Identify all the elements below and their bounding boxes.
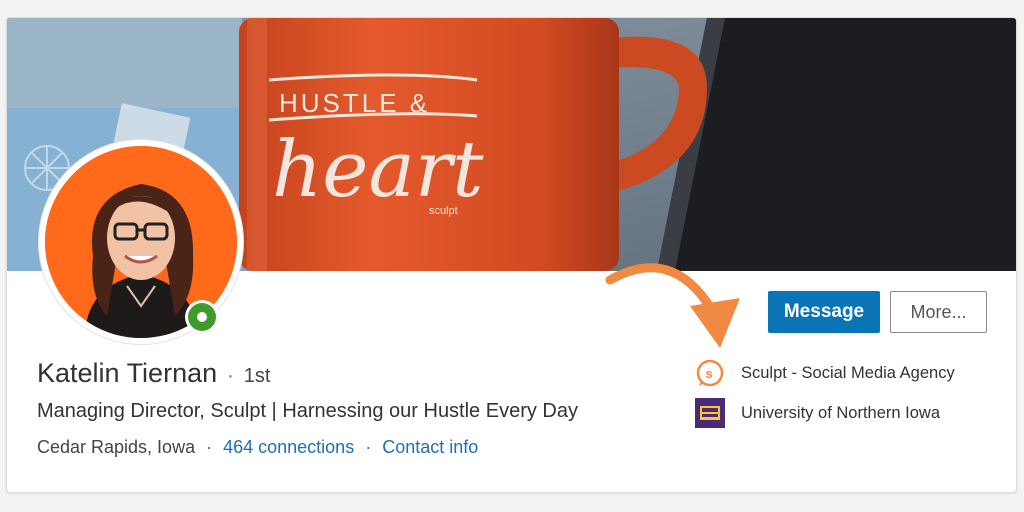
profile-name: Katelin Tiernan bbox=[37, 358, 218, 388]
mug-line2: heart bbox=[272, 125, 484, 215]
profile-headline: Managing Director, Sculpt | Harnessing o… bbox=[37, 400, 578, 422]
meta-separator: · bbox=[206, 437, 213, 457]
sculpt-logo-icon: s bbox=[695, 358, 725, 388]
profile-photo[interactable] bbox=[39, 140, 243, 344]
connections-link[interactable]: 464 connections bbox=[223, 437, 354, 458]
contact-info-link[interactable]: Contact info bbox=[382, 437, 478, 458]
mug-line1: HUSTLE & bbox=[279, 88, 430, 118]
org-label: University of Northern Iowa bbox=[741, 403, 940, 422]
online-status-indicator bbox=[185, 300, 219, 334]
name-row: Katelin Tiernan · 1st bbox=[37, 358, 270, 392]
message-button[interactable]: Message bbox=[768, 291, 880, 333]
profile-meta: Cedar Rapids, Iowa · 464 connections · C… bbox=[37, 437, 478, 458]
svg-text:s: s bbox=[706, 366, 713, 381]
more-button[interactable]: More... bbox=[890, 291, 987, 333]
uni-logo-icon bbox=[695, 398, 725, 428]
org-item-uni[interactable]: University of Northern Iowa bbox=[695, 398, 940, 428]
meta-separator: · bbox=[365, 437, 372, 457]
arrow-icon bbox=[605, 263, 740, 348]
profile-card: HUSTLE & heart sculpt Message More... s … bbox=[6, 17, 1017, 493]
location: Cedar Rapids, Iowa bbox=[37, 437, 196, 457]
name-separator: · bbox=[227, 365, 234, 387]
connection-degree: 1st bbox=[243, 365, 271, 387]
mug-brand: sculpt bbox=[429, 205, 458, 217]
org-label: Sculpt - Social Media Agency bbox=[741, 363, 955, 382]
org-item-sculpt[interactable]: s Sculpt - Social Media Agency bbox=[695, 358, 955, 388]
